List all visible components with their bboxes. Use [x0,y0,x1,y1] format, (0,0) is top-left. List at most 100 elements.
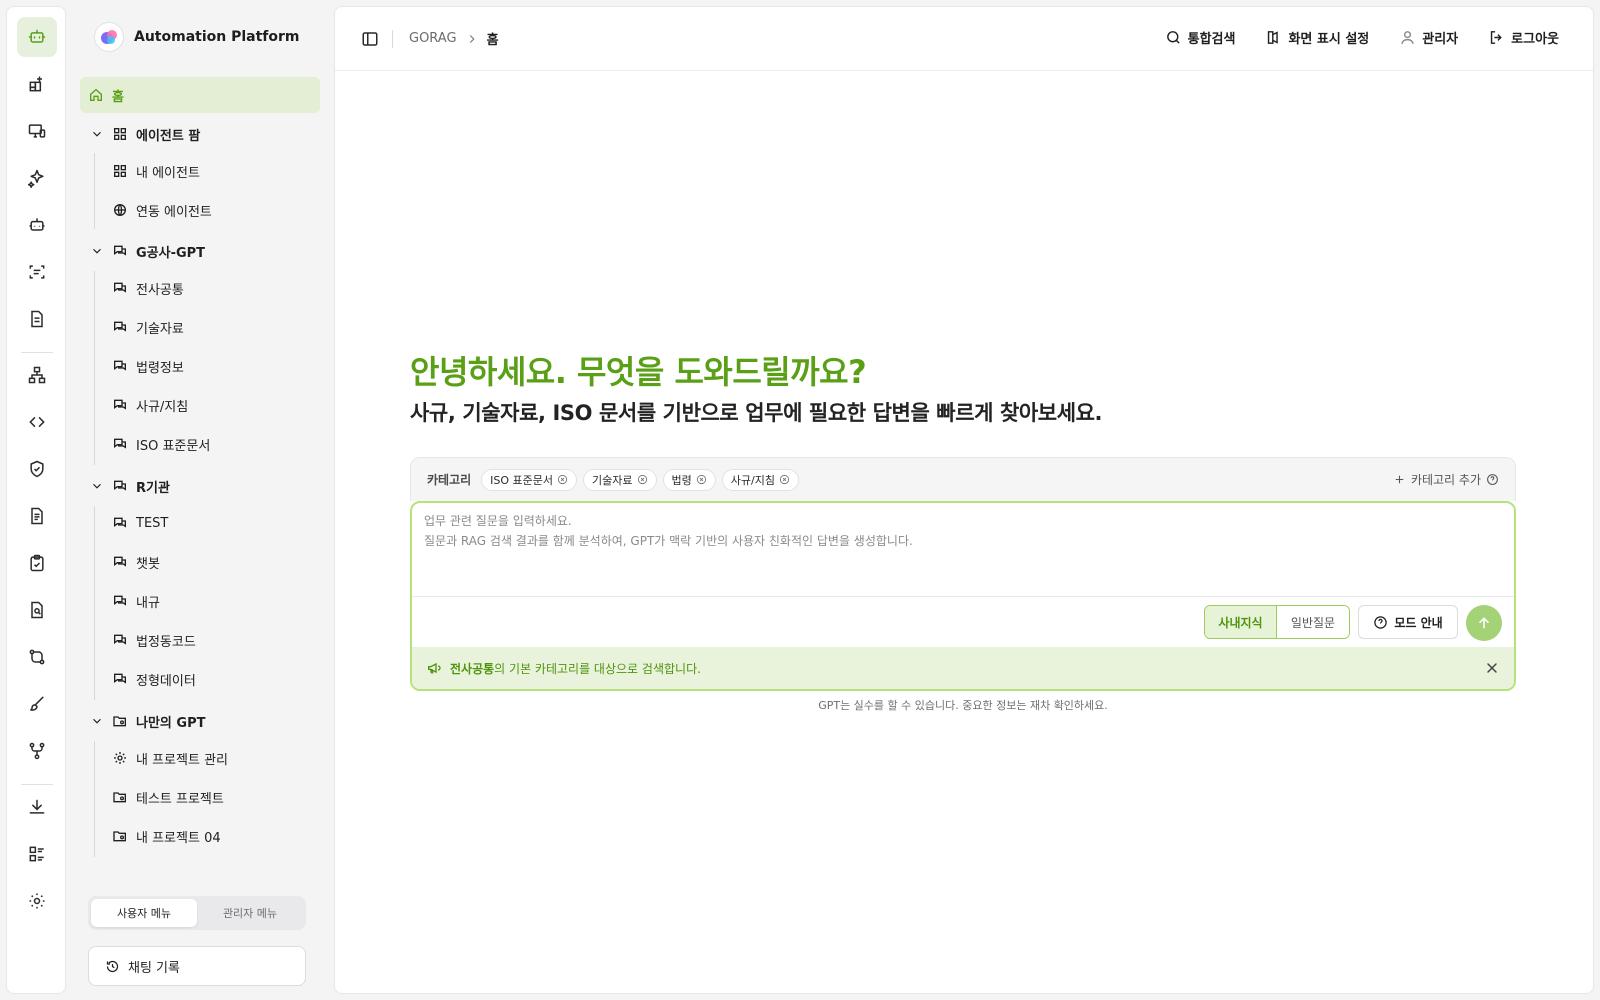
sidebar-item-label: 테스트 프로젝트 [136,791,224,807]
divider [412,596,1514,597]
brush-icon[interactable] [17,684,57,724]
remove-circle-icon[interactable] [557,474,568,485]
sidebar-item-label: 내 프로젝트 04 [136,830,221,846]
user-icon [1401,31,1415,45]
mode-toggle: 사내지식 일반질문 [1204,605,1350,639]
chat-icon [114,480,126,491]
monitor-icon[interactable] [17,111,57,151]
breadcrumb-current: 홈 [486,33,499,48]
sidebar-item-project-04[interactable]: 내 프로젝트 04 [80,818,320,854]
sidebar-item-internal-rules[interactable]: 내규 [80,583,320,619]
clipboard-check-icon[interactable] [17,543,57,583]
megaphone-icon [428,662,441,674]
code-icon[interactable] [17,402,57,442]
sidebar-item-label: 내규 [136,595,160,611]
integrated-search-button[interactable]: 통합검색 [1165,28,1236,47]
action-label: 통합검색 [1187,32,1236,47]
list-grid-icon[interactable] [17,834,57,874]
display-settings-button[interactable]: 화면 표시 설정 [1265,28,1369,47]
chip-label: 기술자료 [592,473,633,487]
chat-history-label: 채팅 기록 [128,960,180,976]
sidebar-item-label: 기술자료 [136,321,184,337]
git-fork-icon[interactable] [17,731,57,771]
admin-menu-tab[interactable]: 관리자 메뉴 [197,899,303,927]
sidebar-toggle-icon[interactable] [361,30,379,48]
sidebar-item-label: 법령정보 [136,360,184,376]
breadcrumb-root[interactable]: GORAG [409,31,457,46]
remove-circle-icon[interactable] [637,474,648,485]
bot-icon[interactable] [17,17,57,57]
sidebar-group-label: 에이전트 팜 [136,128,201,144]
mode-guide-button[interactable]: 모드 안내 [1358,605,1458,639]
git-compare-icon[interactable] [17,637,57,677]
settings-icon[interactable] [17,881,57,921]
sidebar-item-chatbot[interactable]: 챗봇 [80,544,320,580]
file-text-icon[interactable] [17,299,57,339]
disclaimer: GPT는 실수를 할 수 있습니다. 중요한 정보는 재차 확인하세요. [818,699,1108,712]
notice-highlight: 전사공통 [450,661,495,676]
category-chip[interactable]: 기술자료 [583,468,657,491]
category-chip[interactable]: 법령 [662,468,716,491]
sidebar-item-label: TEST [136,515,169,531]
sidebar-group-my-gpt[interactable]: 나만의 GPT [80,703,320,739]
scan-text-icon[interactable] [17,252,57,292]
sidebar-item-label: 내 에이전트 [136,165,200,181]
shield-check-icon[interactable] [17,449,57,489]
sidebar-group-agent-farm[interactable]: 에이전트 팜 [80,116,320,152]
sidebar-item-tech-docs[interactable]: 기술자료 [80,309,320,345]
logout-button[interactable]: 로그아웃 [1488,28,1559,47]
folder-icon [113,792,126,803]
mode-internal-knowledge[interactable]: 사내지식 [1205,606,1277,638]
sidebar-group-r-org[interactable]: R기관 [80,468,320,504]
question-input-box: 사내지식 일반질문 모드 안내 전사공통의 기본 카테고리를 대상으로 검색합니… [410,501,1516,691]
remove-circle-icon[interactable] [779,474,790,485]
display-settings-icon [1268,31,1279,44]
folder-icon [113,716,126,727]
top-actions: 통합검색 화면 표시 설정 관리자 로그아웃 [1165,28,1559,47]
remove-circle-icon[interactable] [696,474,707,485]
chevron-down-icon [93,248,101,254]
robot-icon[interactable] [17,205,57,245]
sidebar-group-g-gpt[interactable]: G공사-GPT [80,233,320,269]
send-button[interactable] [1466,605,1502,641]
close-icon[interactable] [1484,660,1500,676]
sidebar-group-label: G공사-GPT [136,245,206,261]
mode-general-question[interactable]: 일반질문 [1277,606,1349,638]
logout-icon [1490,31,1502,44]
sidebar-item-linked-agent[interactable]: 연동 에이전트 [80,192,320,228]
add-category-button[interactable]: 카테고리 추가 [1393,471,1499,488]
sidebar-item-test[interactable]: TEST [80,505,320,541]
chat-icon [114,438,126,449]
app-name: Automation Platform [134,29,300,45]
divider [392,30,393,48]
file-search-icon[interactable] [17,590,57,630]
chat-icon [114,399,126,410]
file-lines-icon[interactable] [17,496,57,536]
sidebar-item-district-code[interactable]: 법정동코드 [80,622,320,658]
category-chip[interactable]: ISO 표준문서 [481,468,578,491]
sidebar-item-law-info[interactable]: 법령정보 [80,348,320,384]
sidebar-item-test-project[interactable]: 테스트 프로젝트 [80,779,320,815]
sidebar-item-iso[interactable]: ISO 표준문서 [80,426,320,462]
download-icon[interactable] [17,787,57,827]
sparkles-icon[interactable] [17,158,57,198]
sidebar-item-project-manage[interactable]: 내 프로젝트 관리 [80,740,320,776]
sidebar-item-home[interactable]: 홈 [80,77,320,113]
chip-label: ISO 표준문서 [490,473,554,487]
network-icon[interactable] [17,355,57,395]
sidebar-item-label: 홈 [112,89,124,105]
chat-history-button[interactable]: 채팅 기록 [88,946,306,986]
sidebar-group-label: 나만의 GPT [136,715,206,731]
category-chip[interactable]: 사규/지침 [721,468,799,491]
user-menu-button[interactable]: 관리자 [1399,28,1458,47]
grid-plus-icon[interactable] [17,64,57,104]
sidebar-item-regulations[interactable]: 사규/지침 [80,387,320,423]
help-circle-icon[interactable] [1486,473,1499,486]
sidebar-item-structured-data[interactable]: 정형데이터 [80,661,320,697]
question-input[interactable] [424,511,1494,591]
user-menu-tab[interactable]: 사용자 메뉴 [91,899,197,927]
chip-label: 법령 [671,473,692,487]
sidebar-item-my-agent[interactable]: 내 에이전트 [80,153,320,189]
brand[interactable]: Automation Platform [94,22,300,52]
sidebar-item-common[interactable]: 전사공통 [80,270,320,306]
